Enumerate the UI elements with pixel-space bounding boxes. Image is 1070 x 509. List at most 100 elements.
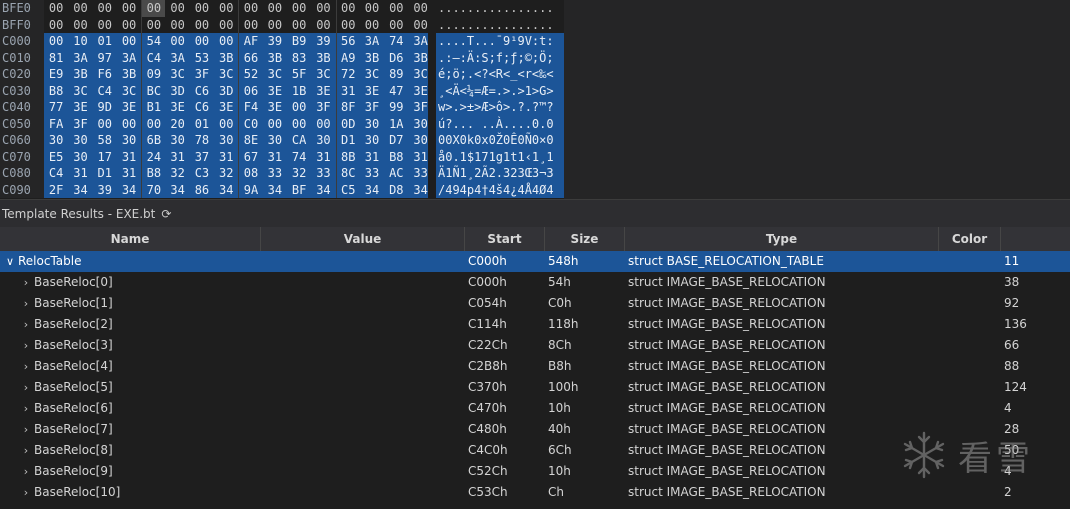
hex-byte[interactable]: 30 (360, 132, 384, 149)
hex-byte[interactable]: 3C (165, 66, 189, 83)
hex-byte[interactable]: D7 (384, 132, 408, 149)
hex-row-ascii[interactable]: w>.>±>Æ>ô>.?.?™? (436, 99, 564, 116)
hex-byte[interactable]: 00 (117, 0, 141, 17)
tree-row[interactable]: › BaseReloc[5] C370h 100h struct IMAGE_BASE_… (0, 377, 1070, 398)
hex-byte[interactable]: 8F (335, 99, 360, 116)
tree-row[interactable]: › BaseReloc[0] C000h 54h struct IMAGE_BASE_R… (0, 272, 1070, 293)
hex-byte[interactable]: 3D (214, 83, 238, 100)
hex-byte[interactable]: 00 (44, 33, 68, 50)
hex-byte[interactable]: AC (384, 165, 408, 182)
hex-byte[interactable]: 00 (214, 17, 238, 34)
hex-byte[interactable]: D1 (335, 132, 360, 149)
hex-byte[interactable]: 3E (360, 83, 384, 100)
hex-byte[interactable]: 34 (68, 182, 92, 199)
hex-byte[interactable]: 31 (263, 149, 287, 166)
hex-byte[interactable]: 3B (311, 50, 335, 67)
hex-byte[interactable]: 24 (141, 148, 165, 165)
hex-byte[interactable]: 3F (68, 116, 92, 133)
hex-byte[interactable]: 3E (165, 99, 189, 116)
hex-byte[interactable]: 3C (214, 66, 238, 83)
hex-byte[interactable]: 30 (68, 149, 92, 166)
hex-byte[interactable]: 34 (117, 182, 141, 199)
hex-byte[interactable]: 3B (214, 50, 238, 67)
hex-byte[interactable]: 3A (360, 33, 384, 50)
hex-byte[interactable]: 9A (238, 181, 262, 198)
hex-byte[interactable]: 00 (190, 17, 214, 34)
hex-byte[interactable]: 00 (117, 116, 141, 133)
tree-row[interactable]: › BaseReloc[4] C2B8h B8h struct IMAGE_BASE_R… (0, 356, 1070, 377)
hex-byte[interactable]: 06 (238, 82, 262, 99)
hex-byte[interactable]: 00 (287, 99, 311, 116)
hex-byte[interactable]: 3B (263, 50, 287, 67)
chevron-right-icon[interactable]: › (18, 482, 34, 503)
hex-byte[interactable]: 3E (311, 83, 335, 100)
hex-byte[interactable]: 30 (165, 132, 189, 149)
hex-byte[interactable]: 00 (190, 33, 214, 50)
hex-byte[interactable]: 81 (44, 50, 68, 67)
hex-byte[interactable]: 34 (360, 182, 384, 199)
hex-byte[interactable]: 00 (214, 33, 238, 50)
chevron-right-icon[interactable]: › (18, 272, 34, 293)
hex-byte[interactable]: C0 (238, 115, 262, 132)
hex-byte[interactable]: C6 (190, 99, 214, 116)
hex-byte[interactable]: 33 (360, 165, 384, 182)
hex-byte[interactable]: E9 (44, 66, 68, 83)
hex-row-ascii[interactable]: 00X0k0x0Ž0Ê0Ñ0×0 (436, 132, 564, 149)
hex-byte[interactable]: 00 (117, 33, 141, 50)
hex-byte[interactable]: D1 (93, 165, 117, 182)
hex-byte[interactable]: 00 (335, 16, 360, 33)
hex-byte[interactable]: C4 (141, 49, 165, 66)
hex-byte[interactable]: D6 (384, 50, 408, 67)
tree-row[interactable]: › BaseReloc[1] C054h C0h struct IMAGE_BASE_R… (0, 293, 1070, 314)
hex-byte[interactable]: 32 (214, 165, 238, 182)
hex-byte[interactable]: 00 (68, 0, 92, 17)
hex-byte[interactable]: 00 (93, 0, 117, 17)
hex-byte[interactable]: 3F (311, 99, 335, 116)
hex-byte[interactable]: 33 (263, 165, 287, 182)
hex-byte[interactable]: 00 (165, 33, 189, 50)
hex-byte[interactable]: 1A (384, 116, 408, 133)
hex-byte[interactable]: 00 (287, 116, 311, 133)
hex-byte[interactable]: 17 (93, 149, 117, 166)
hex-row-ascii[interactable]: .:—:Ä:S;f;ƒ;©;Ö; (436, 49, 564, 66)
hex-editor-view[interactable]: BFE0 00 00 00 00 00 00 00 00 00 00 00 00 00 00 00 00....… (0, 0, 1070, 199)
column-header-name[interactable]: Name (0, 227, 261, 251)
hex-byte[interactable]: 78 (190, 132, 214, 149)
hex-byte[interactable]: 39 (311, 33, 335, 50)
hex-byte[interactable]: C4 (44, 165, 68, 182)
hex-byte[interactable]: 31 (117, 165, 141, 182)
column-header-size[interactable]: Size (545, 227, 625, 251)
hex-byte[interactable]: 00 (360, 17, 384, 34)
hex-byte[interactable]: 72 (335, 66, 360, 83)
hex-byte[interactable]: 00 (335, 0, 360, 17)
hex-byte[interactable]: 00 (141, 115, 165, 132)
hex-byte[interactable]: 3B (68, 66, 92, 83)
hex-byte[interactable]: 3C (117, 83, 141, 100)
refresh-icon[interactable]: ⟳ (161, 207, 171, 221)
hex-byte[interactable]: 8B (335, 148, 360, 165)
hex-byte[interactable]: D8 (384, 182, 408, 199)
hex-byte[interactable]: 34 (311, 182, 335, 199)
hex-byte[interactable]: F6 (93, 66, 117, 83)
hex-row-ascii[interactable]: /494p4†4š4¿4Å4Ø4 (436, 181, 564, 198)
column-header-value[interactable]: Value (261, 227, 465, 251)
hex-byte[interactable]: 2F (44, 182, 68, 199)
hex-byte[interactable]: 52 (238, 66, 262, 83)
hex-byte[interactable]: 3B (360, 50, 384, 67)
chevron-right-icon[interactable]: › (18, 335, 34, 356)
hex-byte[interactable]: 8E (238, 132, 262, 149)
hex-byte[interactable]: 00 (93, 17, 117, 34)
hex-byte[interactable]: C3 (190, 165, 214, 182)
chevron-right-icon[interactable]: › (18, 461, 34, 482)
hex-byte[interactable]: 39 (263, 33, 287, 50)
hex-byte[interactable]: 00 (263, 0, 287, 17)
hex-byte[interactable]: 31 (311, 149, 335, 166)
hex-byte[interactable]: 3C (360, 66, 384, 83)
hex-byte[interactable]: 00 (44, 0, 68, 17)
hex-byte[interactable]: 30 (360, 116, 384, 133)
hex-byte[interactable]: 31 (360, 149, 384, 166)
hex-byte[interactable]: BC (141, 82, 165, 99)
hex-byte[interactable]: 39 (93, 182, 117, 199)
hex-byte[interactable]: 8C (335, 165, 360, 182)
hex-byte[interactable]: 3F (360, 99, 384, 116)
